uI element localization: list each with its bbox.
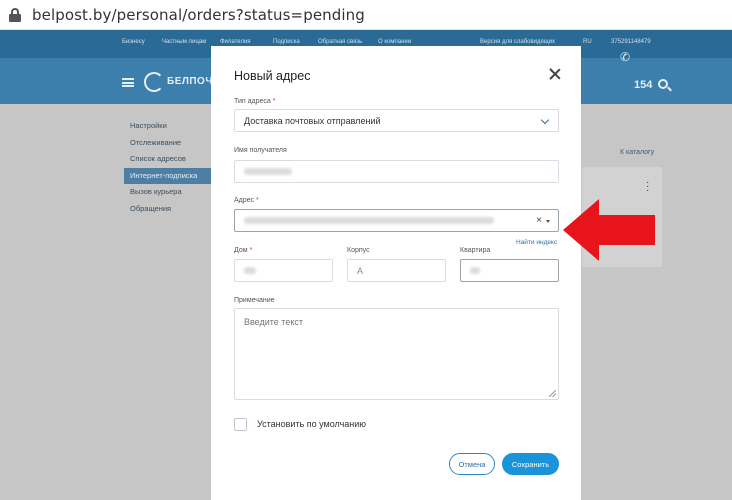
new-address-modal: Новый адрес Тип адреса * Доставка почтов…: [211, 46, 581, 500]
caret-down-icon[interactable]: [546, 220, 550, 223]
building-input[interactable]: А: [347, 259, 446, 282]
topnav-language[interactable]: RU: [583, 39, 592, 45]
topnav-feedback[interactable]: Обратная связь: [318, 39, 362, 45]
topnav-private[interactable]: Частным лицам: [162, 39, 206, 45]
building-value: А: [357, 265, 364, 276]
house-label: Дом *: [234, 247, 253, 254]
modal-title: Новый адрес: [234, 69, 311, 83]
default-checkbox[interactable]: [234, 418, 247, 431]
apartment-label: Квартира: [460, 247, 491, 254]
kebab-menu-icon[interactable]: · · ·: [646, 178, 649, 196]
sidebar-item-requests[interactable]: Обращения: [124, 201, 214, 218]
phone-number[interactable]: 154: [634, 79, 652, 91]
search-icon[interactable]: [658, 79, 668, 89]
topnav-about[interactable]: О компании: [378, 39, 411, 45]
topnav-philately[interactable]: Филателия: [220, 39, 251, 45]
topnav-user-phone[interactable]: 375291148479: [611, 39, 651, 45]
address-label: Адрес *: [234, 197, 259, 204]
redacted-value: [470, 267, 480, 274]
redacted-value: [244, 168, 292, 175]
address-type-label: Тип адреса *: [234, 98, 276, 105]
cancel-button[interactable]: Отмена: [449, 453, 495, 475]
address-input[interactable]: ×: [234, 209, 559, 232]
address-type-select[interactable]: Доставка почтовых отправлений: [234, 109, 559, 132]
address-type-value: Доставка почтовых отправлений: [244, 115, 381, 126]
find-index-link[interactable]: Найти индекс: [516, 239, 557, 246]
topnav-subscription[interactable]: Подписка: [273, 39, 300, 45]
note-textarea[interactable]: [234, 308, 559, 400]
browser-address-bar[interactable]: belpost.by/personal/orders?status=pendin…: [0, 0, 732, 30]
house-input[interactable]: [234, 259, 333, 282]
lock-icon: [8, 7, 22, 23]
sidebar-item-settings[interactable]: Настройки: [124, 118, 214, 135]
redacted-value: [244, 217, 494, 224]
sidebar-item-tracking[interactable]: Отслеживание: [124, 135, 214, 152]
clear-icon[interactable]: ×: [536, 215, 542, 226]
account-sidebar: Настройки Отслеживание Список адресов Ин…: [124, 118, 214, 217]
menu-icon[interactable]: [122, 78, 134, 87]
sidebar-item-addresses[interactable]: Список адресов: [124, 151, 214, 168]
phone-icon: ✆: [620, 50, 631, 64]
catalog-link[interactable]: К каталогу: [620, 149, 654, 156]
apartment-input[interactable]: [460, 259, 559, 282]
recipient-input[interactable]: [234, 160, 559, 183]
topnav-business[interactable]: Бизнесу: [122, 39, 145, 45]
logo-icon: [144, 72, 164, 92]
resize-handle-icon[interactable]: [549, 390, 556, 397]
default-checkbox-label[interactable]: Установить по умолчанию: [257, 419, 366, 429]
sidebar-item-courier[interactable]: Вызов курьера: [124, 184, 214, 201]
building-label: Корпус: [347, 247, 370, 254]
redacted-value: [244, 267, 256, 274]
recipient-label: Имя получателя: [234, 147, 287, 154]
sidebar-item-subscription[interactable]: Интернет-подписка: [124, 167, 214, 184]
topnav-accessibility[interactable]: Версия для слабовидящих: [480, 39, 555, 45]
save-button[interactable]: Сохранить: [502, 453, 559, 475]
browser-url[interactable]: belpost.by/personal/orders?status=pendin…: [32, 6, 365, 24]
close-icon[interactable]: [549, 68, 561, 80]
chevron-down-icon: [540, 115, 550, 125]
note-label: Примечание: [234, 297, 275, 304]
red-arrow-annotation-icon: [563, 199, 655, 261]
